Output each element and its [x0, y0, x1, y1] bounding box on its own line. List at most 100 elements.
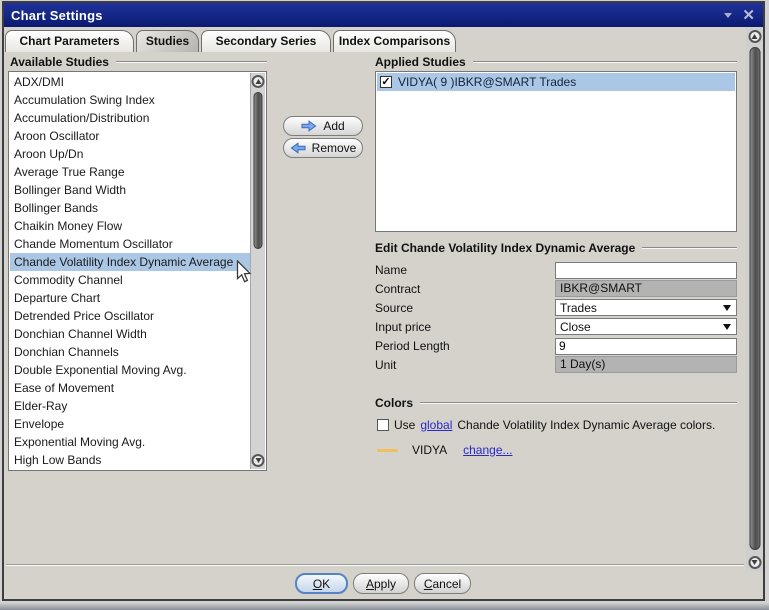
tab-secondary-series[interactable]: Secondary Series [201, 30, 331, 52]
available-studies-header: Available Studies [10, 55, 267, 69]
add-arrow-icon [301, 120, 317, 132]
window-title: Chart Settings [4, 8, 103, 23]
available-study-item[interactable]: Donchian Channel Width [10, 325, 250, 343]
remove-button[interactable]: Remove [283, 138, 363, 158]
available-study-item[interactable]: Envelope [10, 415, 250, 433]
name-input[interactable] [555, 262, 737, 279]
use-global-text-prefix: Use [394, 418, 415, 432]
vidya-color-swatch [377, 449, 398, 452]
window-drop-shadow [0, 603, 769, 610]
scroll-up-button[interactable] [252, 75, 265, 88]
dialog-scroll-down-button[interactable] [748, 556, 761, 569]
available-study-item[interactable]: Commodity Channel [10, 271, 250, 289]
applied-studies-list[interactable]: ✓ VIDYA( 9 )IBKR@SMART Trades [375, 71, 737, 232]
available-study-item[interactable]: Double Exponential Moving Avg. [10, 361, 250, 379]
available-study-item[interactable]: Accumulation Swing Index [10, 91, 250, 109]
available-study-item[interactable]: Elder-Ray [10, 397, 250, 415]
tab-chart-parameters[interactable]: Chart Parameters [5, 30, 134, 52]
apply-button[interactable]: Apply [353, 573, 409, 594]
applied-studies-header: Applied Studies [375, 55, 737, 69]
tab-studies[interactable]: Studies [136, 30, 199, 52]
available-studies-title: Available Studies [10, 55, 109, 69]
dialog-body: Chart Parameters Studies Secondary Serie… [4, 27, 763, 599]
input-price-row: Input price Close [375, 318, 737, 336]
titlebar-menu-caret-icon[interactable] [724, 13, 732, 18]
applied-studies-rule [473, 61, 737, 63]
source-select[interactable]: Trades [555, 299, 737, 316]
available-study-item[interactable]: Aroon Up/Dn [10, 145, 250, 163]
available-study-item[interactable]: Donchian Channels [10, 343, 250, 361]
ok-button[interactable]: OK [295, 573, 348, 594]
source-label: Source [375, 299, 413, 317]
period-length-input[interactable] [555, 338, 737, 355]
add-button-label: Add [323, 119, 344, 133]
available-study-item[interactable]: Aroon Oscillator [10, 127, 250, 145]
available-study-item[interactable]: Chaikin Money Flow [10, 217, 250, 235]
source-row: Source Trades [375, 299, 737, 317]
available-study-item[interactable]: Accumulation/Distribution [10, 109, 250, 127]
mouse-cursor [236, 260, 253, 284]
vidya-series-label: VIDYA [412, 443, 447, 457]
available-study-item[interactable]: Bollinger Bands [10, 199, 250, 217]
unit-row: Unit 1 Day(s) [375, 356, 737, 374]
applied-studies-title: Applied Studies [375, 55, 466, 69]
chevron-down-icon [723, 305, 731, 311]
name-label: Name [375, 261, 407, 279]
unit-label: Unit [375, 356, 396, 374]
available-study-item[interactable]: Chande Momentum Oscillator [10, 235, 250, 253]
colors-section-header: Colors [375, 396, 737, 410]
edit-section-title: Edit Chande Volatility Index Dynamic Ave… [375, 241, 635, 255]
add-button[interactable]: Add [283, 116, 363, 136]
name-row: Name [375, 261, 737, 279]
footer-separator [6, 564, 744, 566]
available-study-item[interactable]: Chande Volatility Index Dynamic Average [10, 253, 250, 271]
available-study-item[interactable]: Bollinger Band Width [10, 181, 250, 199]
available-study-item[interactable]: Detrended Price Oscillator [10, 307, 250, 325]
use-global-text-suffix: Chande Volatility Index Dynamic Average … [457, 418, 715, 432]
chart-settings-dialog: Chart Settings ✕ Chart Parameters Studie… [2, 1, 765, 601]
arrow-up-icon [752, 34, 758, 39]
use-global-row: Use global Chande Volatility Index Dynam… [377, 418, 715, 432]
applied-study-label: VIDYA( 9 )IBKR@SMART Trades [398, 75, 576, 89]
contract-label: Contract [375, 280, 420, 298]
available-study-item[interactable]: High Low Bands [10, 451, 250, 469]
dialog-scroll-up-button[interactable] [748, 30, 761, 43]
use-global-checkbox[interactable] [377, 419, 389, 431]
arrow-up-icon [255, 79, 261, 84]
edit-section-rule [642, 247, 737, 249]
contract-value: IBKR@SMART [555, 280, 737, 297]
titlebar[interactable]: Chart Settings ✕ [4, 3, 763, 27]
input-price-select[interactable]: Close [555, 318, 737, 335]
period-length-row: Period Length [375, 337, 737, 355]
period-length-label: Period Length [375, 337, 450, 355]
colors-section-rule [420, 402, 737, 404]
global-link[interactable]: global [420, 418, 452, 432]
scroll-thumb[interactable] [254, 92, 263, 249]
arrow-down-icon [752, 560, 758, 565]
applied-study-checkbox[interactable]: ✓ [380, 76, 392, 88]
change-color-link[interactable]: change... [463, 443, 512, 457]
remove-button-label: Remove [312, 141, 357, 155]
available-studies-list[interactable]: ADX/DMIAccumulation Swing IndexAccumulat… [8, 71, 267, 471]
available-studies-rows: ADX/DMIAccumulation Swing IndexAccumulat… [10, 73, 250, 469]
contract-row: Contract IBKR@SMART [375, 280, 737, 298]
screen: { "window": { "title": "Chart Settings" … [0, 0, 769, 610]
remove-arrow-icon [290, 142, 306, 154]
scroll-down-button[interactable] [252, 454, 265, 467]
available-study-item[interactable]: Average True Range [10, 163, 250, 181]
applied-study-row[interactable]: ✓ VIDYA( 9 )IBKR@SMART Trades [377, 73, 735, 91]
available-study-item[interactable]: ADX/DMI [10, 73, 250, 91]
tab-index-comparisons[interactable]: Index Comparisons [333, 30, 456, 52]
cancel-button[interactable]: Cancel [414, 573, 471, 594]
arrow-down-icon [255, 458, 261, 463]
vidya-color-row: VIDYA change... [377, 442, 513, 458]
available-study-item[interactable]: Departure Chart [10, 289, 250, 307]
available-study-item[interactable]: Ease of Movement [10, 379, 250, 397]
close-icon[interactable]: ✕ [742, 8, 755, 23]
input-price-label: Input price [375, 318, 431, 336]
edit-section-header: Edit Chande Volatility Index Dynamic Ave… [375, 241, 737, 255]
dialog-scroll-thumb[interactable] [749, 47, 760, 550]
available-study-item[interactable]: Exponential Moving Avg. [10, 433, 250, 451]
unit-value: 1 Day(s) [555, 356, 737, 373]
dialog-scrollbar[interactable] [746, 27, 763, 572]
